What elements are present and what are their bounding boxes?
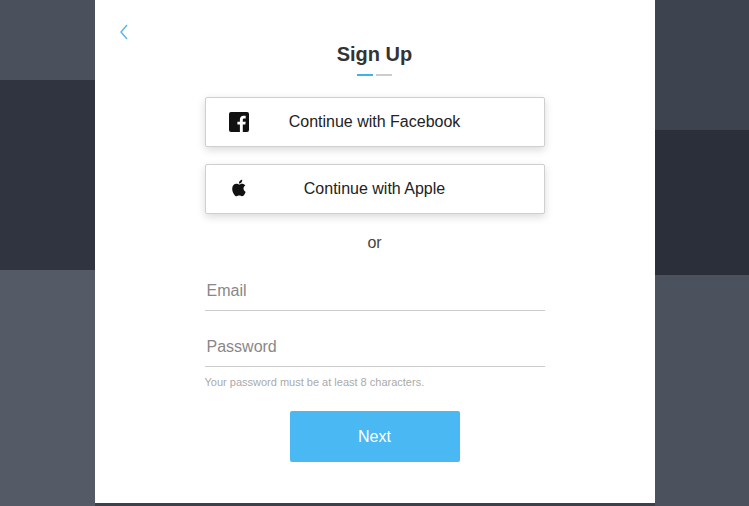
sign-up-dialog: Sign Up Continue with Facebook Continue wi… bbox=[95, 0, 655, 503]
button-label: Continue with Facebook bbox=[289, 110, 461, 134]
password-field bbox=[205, 327, 545, 367]
facebook-button[interactable]: Continue with Facebook bbox=[205, 97, 545, 147]
divider-text: or bbox=[367, 235, 381, 251]
password-input[interactable] bbox=[205, 335, 545, 359]
button-label: Continue with Apple bbox=[304, 177, 445, 201]
progress-step bbox=[376, 74, 392, 76]
next-button[interactable]: Next bbox=[290, 411, 460, 462]
password-hint: Your password must be at least 8 charact… bbox=[205, 375, 545, 389]
back-icon[interactable] bbox=[117, 22, 131, 42]
progress-step bbox=[357, 74, 373, 76]
email-input[interactable] bbox=[205, 279, 545, 303]
apple-button[interactable]: Continue with Apple bbox=[205, 164, 545, 214]
apple-logo-icon bbox=[229, 179, 249, 199]
title: Sign Up bbox=[337, 40, 413, 68]
progress-indicator bbox=[357, 74, 392, 76]
facebook-logo-icon bbox=[229, 112, 249, 132]
email-field bbox=[205, 271, 545, 311]
